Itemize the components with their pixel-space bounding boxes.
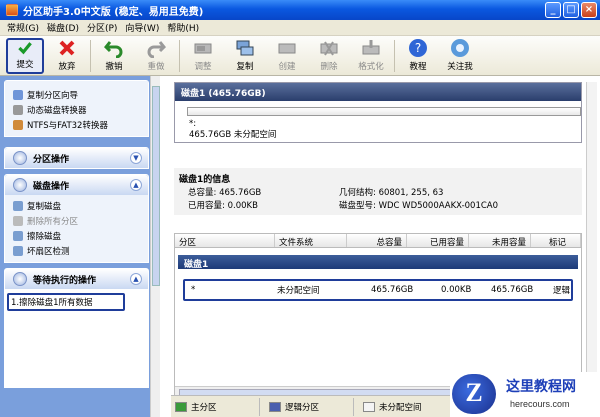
disk-info-box: 磁盘1的信息 总容量: 465.76GB 已用容量: 0.00KB 几何结构: … [174, 168, 582, 215]
wizard-section: 复制分区向导 动态磁盘转换器 NTFS与FAT32转换器 [4, 80, 149, 137]
legend-unallocated: 未分配空间 [363, 401, 422, 413]
col-filesystem[interactable]: 文件系统 [275, 234, 347, 248]
pending-operation-item[interactable]: 1.擦除磁盘1所有数据 [7, 293, 125, 311]
disk-card-marker: *: [189, 119, 197, 129]
converter-icon [13, 119, 23, 130]
watermark-url: herecours.com [510, 399, 570, 409]
disk-card-title: 磁盘1 (465.76GB) [175, 83, 581, 101]
watermark: Z 这里教程网 herecours.com [450, 372, 600, 417]
menu-general[interactable]: 常规(G) [3, 21, 43, 34]
table-header: 分区 文件系统 总容量 已用容量 未用容量 标记 [175, 234, 581, 248]
disk-icon [13, 200, 23, 211]
disk-geometry: 60801, 255, 63 [378, 188, 444, 198]
gear-icon [13, 178, 27, 192]
window-title: 分区助手3.0中文版 (稳定、易用且免费) [23, 6, 204, 18]
menu-disk[interactable]: 磁盘(D) [43, 21, 83, 34]
collapse-icon[interactable]: ▲ [130, 179, 142, 191]
disk-icon [13, 215, 23, 226]
watermark-title: 这里教程网 [506, 379, 576, 395]
disk-used: 0.00KB [227, 201, 258, 211]
resize-icon [194, 43, 212, 54]
legend-primary: 主分区 [175, 401, 217, 413]
main-panel: 磁盘1 (465.76GB) *: 465.76GB 未分配空间 磁盘1的信息 … [171, 76, 600, 417]
menu-bar: 常规(G) 磁盘(D) 分区(P) 向导(W) 帮助(H) [0, 20, 600, 36]
col-flag[interactable]: 标记 [531, 234, 581, 248]
redo-button[interactable]: 重做 [137, 38, 175, 74]
discard-button[interactable]: 放弃 [48, 38, 86, 74]
table-row[interactable]: * 未分配空间 465.76GB 0.00KB 465.76GB 逻辑 [183, 279, 573, 301]
converter-icon [13, 104, 23, 115]
watermark-logo: Z [452, 374, 496, 414]
format-icon [362, 40, 380, 55]
main-vertical-scrollbar[interactable] [586, 82, 597, 402]
menu-wizard[interactable]: 向导(W) [121, 21, 163, 34]
unallocated-swatch [363, 402, 375, 412]
disk-card-desc: 465.76GB 未分配空间 [189, 130, 277, 140]
follow-button[interactable]: 关注我 [441, 38, 479, 74]
disk-card[interactable]: 磁盘1 (465.76GB) *: 465.76GB 未分配空间 [174, 82, 582, 143]
partition-ops-section[interactable]: 分区操作 ▼ [4, 147, 149, 169]
menu-partition[interactable]: 分区(P) [83, 21, 121, 34]
disk-model: WDC WD5000AAKX-001CA0 [378, 201, 499, 211]
submit-button[interactable]: 提交 [6, 38, 44, 74]
check-icon [18, 42, 32, 55]
sidebar-scrollbar[interactable] [150, 76, 160, 417]
format-button[interactable]: 格式化 [352, 38, 390, 74]
legend-logical: 逻辑分区 [269, 401, 319, 413]
copy-button[interactable]: 复制 [226, 38, 264, 74]
sidebar-item-dynamic-disk-converter[interactable]: 动态磁盘转换器 [13, 102, 148, 117]
disk-icon [13, 230, 23, 241]
delete-button[interactable]: 删除 [310, 38, 348, 74]
disk-icon [13, 245, 23, 256]
close-button[interactable]: × [581, 2, 597, 18]
col-used[interactable]: 已用容量 [407, 234, 469, 248]
sidebar-item-delete-all-partitions[interactable]: 删除所有分区 [13, 213, 148, 228]
col-free[interactable]: 未用容量 [469, 234, 531, 248]
svg-text:?: ? [415, 41, 421, 55]
sidebar-item-copy-disk[interactable]: 复制磁盘 [13, 198, 148, 213]
disk-ops-section: 磁盘操作 ▲ 复制磁盘 删除所有分区 擦除磁盘 坏扇区检测 [4, 174, 149, 263]
delete-icon [320, 41, 338, 56]
col-total[interactable]: 总容量 [347, 234, 407, 248]
undo-icon [104, 41, 123, 58]
col-partition[interactable]: 分区 [175, 234, 275, 248]
help-icon: ? [409, 39, 427, 57]
menu-help[interactable]: 帮助(H) [163, 21, 203, 34]
sidebar-item-wipe-disk[interactable]: 擦除磁盘 [13, 228, 148, 243]
collapse-icon[interactable]: ▲ [130, 273, 142, 285]
gear-icon [13, 151, 27, 165]
redo-icon [147, 41, 166, 58]
tutorial-button[interactable]: ? 教程 [399, 38, 437, 74]
disk-info-title: 磁盘1的信息 [179, 175, 231, 185]
disk-usage-bar[interactable] [187, 107, 581, 116]
expand-icon[interactable]: ▼ [130, 152, 142, 164]
pending-ops-section: 等待执行的操作 ▲ 1.擦除磁盘1所有数据 [4, 268, 149, 388]
resize-button[interactable]: 调整 [184, 38, 222, 74]
maximize-button[interactable]: □ [563, 2, 579, 18]
left-sidebar: 复制分区向导 动态磁盘转换器 NTFS与FAT32转换器 分区操作 ▼ 磁盘操作 ▲… [0, 76, 160, 417]
sidebar-item-bad-sector-check[interactable]: 坏扇区检测 [13, 243, 148, 258]
copy-icon [236, 40, 254, 56]
sidebar-item-ntfs-fat32-converter[interactable]: NTFS与FAT32转换器 [13, 117, 148, 132]
follow-icon [451, 39, 469, 57]
minimize-button[interactable]: _ [545, 2, 561, 18]
title-bar: 分区助手3.0中文版 (稳定、易用且免费) _ □ × [0, 0, 600, 20]
gear-icon [13, 272, 27, 286]
create-icon [278, 43, 296, 54]
logical-swatch [269, 402, 281, 412]
app-icon [6, 4, 18, 16]
undo-button[interactable]: 撤销 [95, 38, 133, 74]
discard-icon [59, 40, 75, 56]
create-button[interactable]: 创建 [268, 38, 306, 74]
wizard-icon [13, 89, 23, 100]
disk-group-header: 磁盘1 [178, 255, 578, 270]
primary-swatch [175, 402, 187, 412]
toolbar: 提交 放弃 撤销 重做 调整 复制 创建 删除 格式化 ? 教程 关注我 [0, 36, 600, 76]
disk-capacity: 465.76GB [219, 188, 262, 198]
sidebar-item-copy-partition-wizard[interactable]: 复制分区向导 [13, 87, 148, 102]
